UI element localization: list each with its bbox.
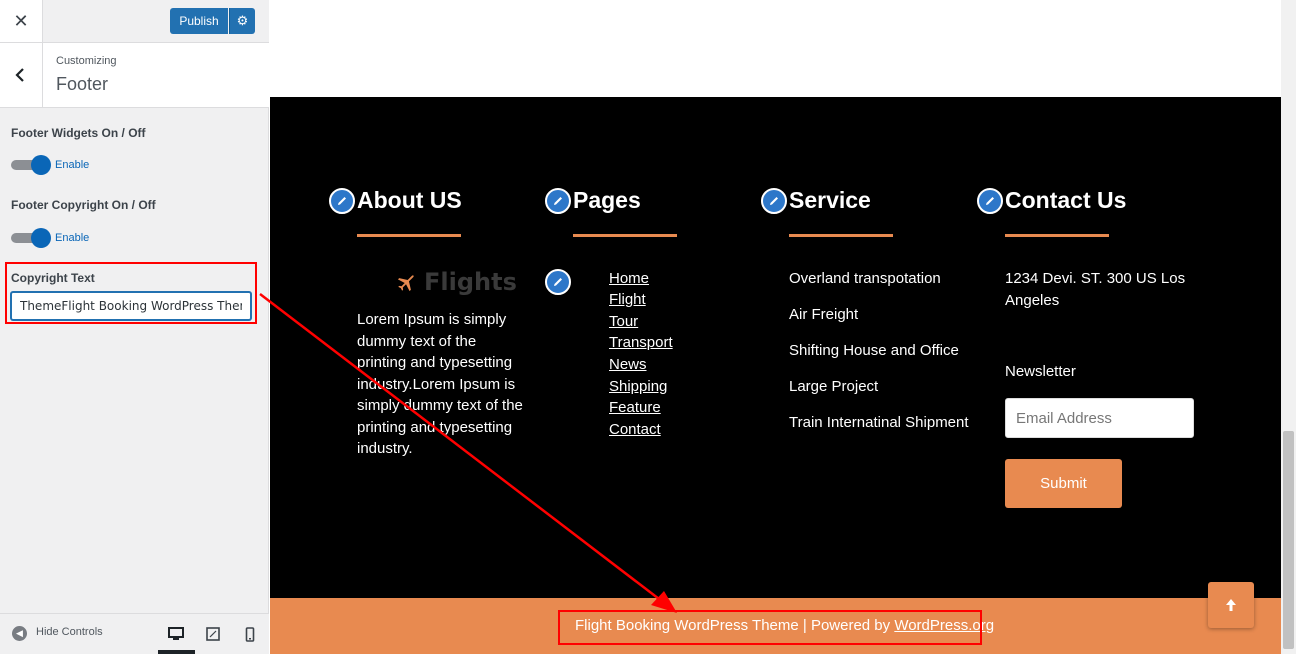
edit-about-widget-button[interactable] xyxy=(329,188,355,214)
edit-service-widget-button[interactable] xyxy=(761,188,787,214)
edit-contact-widget-button[interactable] xyxy=(977,188,1003,214)
pencil-icon xyxy=(770,197,778,205)
page-link-tour[interactable]: Tour xyxy=(609,313,638,330)
service-item: Shifting House and Office xyxy=(789,342,959,359)
active-device-indicator xyxy=(158,650,195,654)
edit-menu-button[interactable] xyxy=(545,269,571,295)
collapse-icon[interactable]: ◀ xyxy=(12,626,27,641)
footer-copyright-toggle-label: Enable xyxy=(55,232,90,244)
footer-widgets-toggle[interactable] xyxy=(11,155,51,175)
page-link-shipping[interactable]: Shipping xyxy=(609,378,667,395)
newsletter-submit-button[interactable]: Submit xyxy=(1005,459,1122,508)
contact-address: 1234 Devi. ST. 300 US Los Angeles xyxy=(1005,270,1186,309)
pencil-icon xyxy=(338,197,346,205)
airplane-icon xyxy=(397,275,414,292)
contact-underline xyxy=(1005,234,1109,237)
service-item: Air Freight xyxy=(789,306,859,323)
pencil-icon xyxy=(554,197,562,205)
about-underline xyxy=(357,234,461,237)
scrollbar-thumb[interactable] xyxy=(1283,431,1294,649)
desktop-icon xyxy=(168,627,184,640)
tablet-icon xyxy=(206,627,220,641)
page-link-news[interactable]: News xyxy=(609,356,647,373)
page-link-feature[interactable]: Feature xyxy=(609,399,661,416)
service-underline xyxy=(789,234,893,237)
newsletter-email-input[interactable] xyxy=(1005,398,1194,438)
mobile-icon xyxy=(245,626,255,642)
annotation-highlight-box xyxy=(5,262,257,324)
pages-underline xyxy=(573,234,677,237)
close-icon: ✕ xyxy=(13,10,29,31)
contact-title: Contact Us xyxy=(1005,187,1127,213)
back-button[interactable] xyxy=(0,43,43,107)
about-description: Lorem Ipsum is simply dummy text of the … xyxy=(357,311,523,457)
page-link-flight[interactable]: Flight xyxy=(609,291,646,308)
footer-widgets-title: Footer Widgets On / Off xyxy=(11,126,146,140)
hide-controls-button[interactable]: Hide Controls xyxy=(36,626,103,638)
page-link-contact[interactable]: Contact xyxy=(609,421,661,438)
edit-pages-widget-button[interactable] xyxy=(545,188,571,214)
about-title: About US xyxy=(357,187,462,213)
publish-settings-button[interactable]: ⚙ xyxy=(229,8,255,34)
flights-logo: Flights xyxy=(396,268,517,296)
close-customizer-button[interactable]: ✕ xyxy=(0,0,43,42)
chevron-left-icon xyxy=(15,68,24,82)
desktop-preview-button[interactable] xyxy=(164,622,188,646)
arrow-up-icon xyxy=(1226,599,1236,611)
page-link-home[interactable]: Home xyxy=(609,270,649,287)
annotation-target-box xyxy=(558,610,982,645)
footer-widgets-toggle-label: Enable xyxy=(55,159,90,171)
footer-copyright-title: Footer Copyright On / Off xyxy=(11,198,156,212)
gear-icon: ⚙ xyxy=(236,13,249,28)
customizing-label: Customizing xyxy=(56,55,117,67)
service-item: Overland transpotation xyxy=(789,270,941,287)
section-title: Footer xyxy=(56,74,109,94)
preview-content-area xyxy=(270,0,1281,97)
publish-button[interactable]: Publish xyxy=(170,8,228,34)
scroll-to-top-button[interactable] xyxy=(1208,582,1254,628)
tablet-preview-button[interactable] xyxy=(201,622,225,646)
footer-copyright-toggle[interactable] xyxy=(11,228,51,248)
newsletter-label: Newsletter xyxy=(1005,363,1076,380)
pages-title: Pages xyxy=(573,187,641,213)
page-link-transport[interactable]: Transport xyxy=(609,334,673,351)
service-item: Train Internatinal Shipment xyxy=(789,414,969,431)
service-title: Service xyxy=(789,187,871,213)
pencil-icon xyxy=(986,197,994,205)
logo-text: Flights xyxy=(424,268,517,296)
mobile-preview-button[interactable] xyxy=(238,622,262,646)
service-item: Large Project xyxy=(789,378,879,395)
pencil-icon xyxy=(554,278,562,286)
